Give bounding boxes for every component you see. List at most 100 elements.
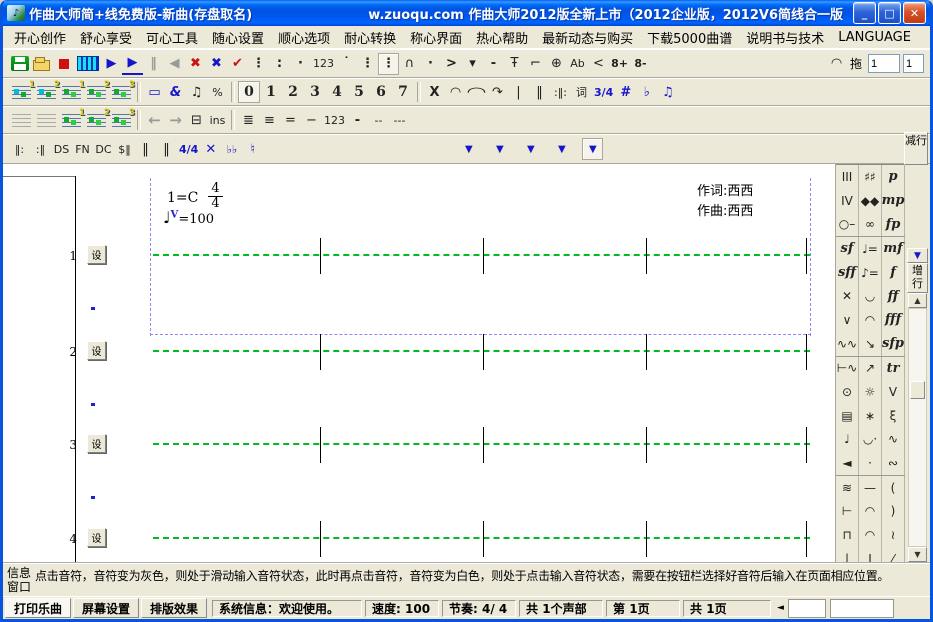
bracket-line-button[interactable]: ⌐ (525, 53, 546, 75)
sharp-button[interactable]: # (615, 81, 636, 103)
circle-stem-button[interactable]: ♩ (836, 428, 859, 452)
dynamic-mf-button[interactable]: mf (882, 237, 905, 261)
part-1-button[interactable]: 1 (59, 109, 84, 131)
play-from-cursor-button[interactable]: ▶ (122, 53, 143, 75)
move-right-button[interactable]: → (165, 109, 186, 131)
part-gray-1-button[interactable] (9, 109, 34, 131)
fermata-button[interactable]: Ŧ (504, 53, 525, 75)
dynamic-sfp-button[interactable]: sfp (882, 332, 905, 356)
sun-ornament-button[interactable]: ☼ (859, 380, 882, 404)
arc-tiny-button[interactable]: ◠ (859, 523, 882, 547)
menu-item-4[interactable]: 随心设置 (205, 26, 271, 49)
eighth-note-button[interactable]: − (301, 109, 322, 131)
dot-low-button[interactable]: · (420, 53, 441, 75)
whole-note-button[interactable]: ≣ (238, 109, 259, 131)
quarter-note-button[interactable]: = (280, 109, 301, 131)
tempo-eighth-button[interactable]: ♪= (859, 261, 882, 285)
staccato-button[interactable]: · (290, 53, 311, 75)
remove-line-button[interactable]: 减行 (904, 132, 928, 165)
percent-button[interactable]: % (207, 81, 228, 103)
dash-1-button[interactable]: - (347, 109, 368, 131)
scroll-up-button[interactable]: ▲ (908, 293, 927, 308)
maximize-button[interactable]: □ (878, 2, 901, 24)
dynamic-p-button[interactable]: p (882, 165, 905, 189)
bar-mark-button[interactable]: | (836, 547, 859, 562)
dc-button[interactable]: DC (93, 138, 114, 160)
double-flat-button[interactable]: ♭♭ (221, 138, 242, 160)
system-settings-button[interactable]: 设 (87, 434, 106, 453)
half-note-button[interactable]: ≡ (259, 109, 280, 131)
infinity-button[interactable]: ∞ (859, 212, 882, 236)
note-4-button[interactable]: 4 (326, 81, 348, 103)
roman-i-button[interactable]: I (859, 547, 882, 562)
numeric-123-button[interactable]: 123 (311, 53, 336, 75)
double-barline-button[interactable]: ‖ (529, 81, 550, 103)
track-1-button[interactable]: 1 (59, 81, 84, 103)
wavy-line-button[interactable]: ∿∿ (836, 332, 859, 356)
octave-up-button[interactable]: 8+ (609, 53, 630, 75)
dynamic-fff-button[interactable]: fff (882, 308, 905, 332)
menu-item-9[interactable]: 最新动态与购买 (535, 26, 640, 49)
arpeggio-button[interactable]: ≋ (836, 476, 859, 500)
voice-dropdown-1[interactable]: ▼ (458, 138, 479, 160)
input-mode-check-button[interactable]: ✔ (227, 53, 248, 75)
title-bar[interactable]: ♪ 作曲大师简+线免费版-新曲(存盘取名) w.zuoqu.com 作曲大师20… (3, 0, 930, 26)
track-2-button[interactable]: 2 (84, 81, 109, 103)
paren-close-button[interactable]: ) (882, 500, 905, 524)
numeric-duration-button[interactable]: 123 (322, 109, 347, 131)
accent-button[interactable]: > (441, 53, 462, 75)
roman-iv-button[interactable]: IV (836, 189, 859, 213)
delete-all-button[interactable]: ✖ (206, 53, 227, 75)
add-line-button[interactable]: 增行 (907, 263, 928, 293)
open-button[interactable] (31, 53, 53, 75)
pedal-line-button[interactable]: ⊢∿ (836, 357, 859, 381)
tempo-quarter-button[interactable]: ♩= (859, 237, 882, 261)
move-left-button[interactable]: ← (144, 109, 165, 131)
crescendo-button[interactable]: < (588, 53, 609, 75)
delete-note-button[interactable]: ✖ (185, 53, 206, 75)
score-page[interactable]: 1=C 4 4 ♩V=100 作词:西西 作曲:西西 1设2设3设4设 (3, 164, 835, 562)
rise-arrow-button[interactable]: ↗ (859, 357, 882, 381)
menu-item-2[interactable]: 舒心享受 (73, 26, 139, 49)
menu-item-6[interactable]: 耐心转换 (337, 26, 403, 49)
double-sharp-button[interactable]: ♯♯ (859, 165, 882, 189)
meter-44-button[interactable]: 4/4 (177, 138, 200, 160)
note-1-button[interactable]: 1 (260, 81, 282, 103)
upbow-button[interactable]: ⊢ (836, 500, 859, 524)
final-barline-button[interactable]: ‖ (135, 138, 156, 160)
voice-dropdown-2[interactable]: ▼ (489, 138, 510, 160)
play-button[interactable]: ▶ (101, 53, 122, 75)
menu-item-1[interactable]: 开心创作 (7, 26, 73, 49)
flat-button[interactable]: ♭ (636, 81, 657, 103)
barline-button[interactable]: | (508, 81, 529, 103)
close-button[interactable]: ✕ (903, 2, 926, 24)
roman-iii-button[interactable]: III (836, 165, 859, 189)
dot-ornament-button[interactable]: · (859, 451, 882, 475)
scrollbar-thumb[interactable] (910, 381, 925, 399)
part-3-button[interactable]: 3 (109, 109, 134, 131)
tenuto-line-button[interactable]: — (859, 476, 882, 500)
note-5-button[interactable]: 5 (348, 81, 370, 103)
dots-three-button[interactable]: ⋮ (357, 53, 378, 75)
dots-pressed-button[interactable]: ⋮ (378, 53, 399, 75)
battuto-button[interactable]: ✕ (836, 284, 859, 308)
ds-button[interactable]: DS (51, 138, 72, 160)
screen-settings-button[interactable]: 屏幕设置 (73, 598, 139, 618)
insert-button[interactable]: ins (207, 109, 228, 131)
dash-2-button[interactable]: -- (368, 109, 389, 131)
paren-open-button[interactable]: ( (882, 476, 905, 500)
clef-button[interactable]: & (165, 81, 186, 103)
arc-under-button[interactable]: ◡ (859, 284, 882, 308)
slash-mark-button[interactable]: ⁄ (882, 547, 905, 562)
star-ornament-button[interactable]: ∗ (859, 404, 882, 428)
rest-button[interactable]: ▭ (144, 81, 165, 103)
track-3-button[interactable]: 3 (109, 81, 134, 103)
scrollbar-track[interactable] (908, 308, 927, 547)
system-settings-button[interactable]: 设 (87, 528, 106, 547)
record-button[interactable] (53, 53, 75, 75)
piano-keyboard-button[interactable] (75, 53, 101, 75)
natural-button[interactable]: ♮ (242, 138, 263, 160)
breath-mark-button[interactable]: ξ (882, 404, 905, 428)
dynamic-sf-button[interactable]: sf (836, 237, 859, 261)
coda-button[interactable]: ⊕ (546, 53, 567, 75)
